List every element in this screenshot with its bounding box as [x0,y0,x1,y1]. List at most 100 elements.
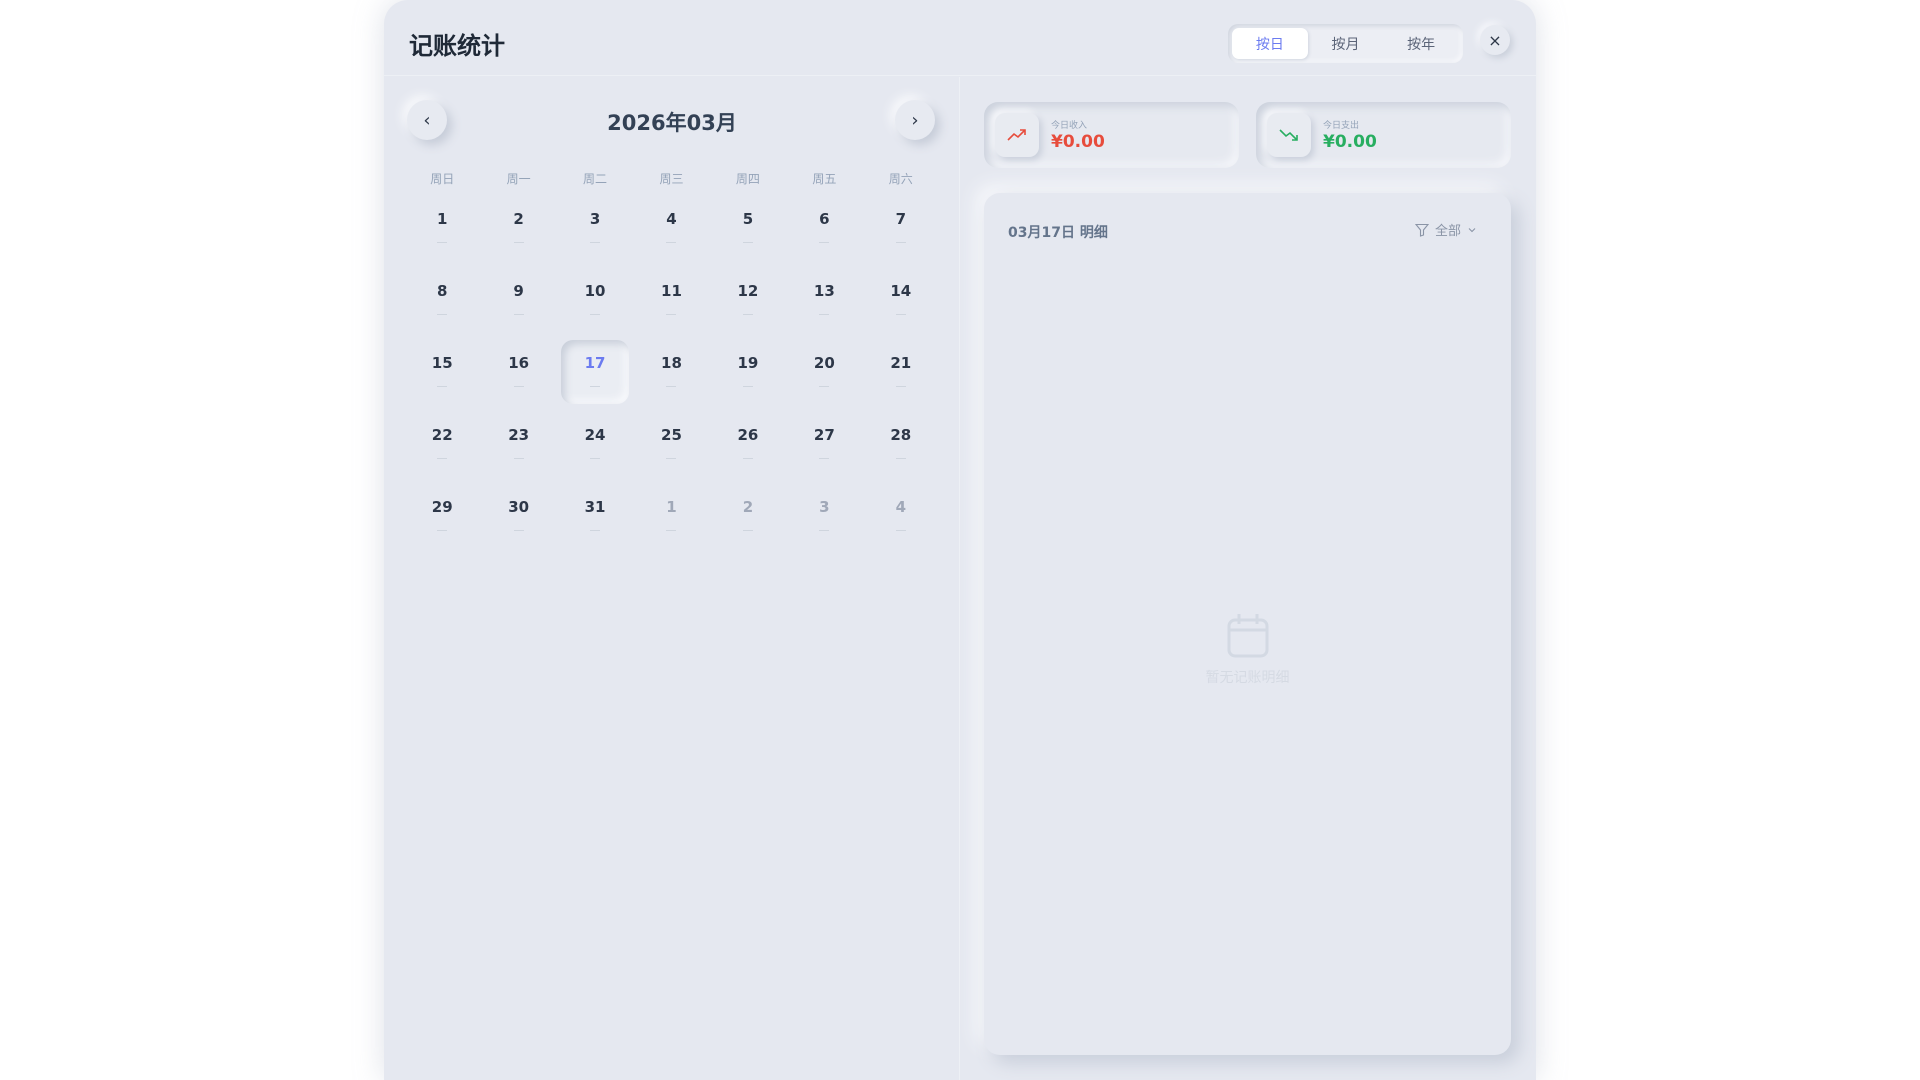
calendar-day[interactable]: 6 [786,192,862,264]
day-number: 9 [513,281,524,300]
calendar-day[interactable]: 11 [633,264,709,336]
day-amount-placeholder [742,385,753,387]
tab-by-year[interactable]: 按年 [1383,28,1459,59]
day-amount-placeholder [437,241,448,243]
calendar-day[interactable]: 4 [633,192,709,264]
filter-dropdown[interactable]: 全部 [1414,220,1477,239]
calendar-day[interactable]: 10 [557,264,633,336]
next-month-button[interactable]: › [895,100,935,140]
calendar-day[interactable]: 25 [633,408,709,480]
day-number: 24 [584,425,606,444]
calendar-day[interactable]: 19 [710,336,786,408]
day-number: 21 [890,353,912,372]
day-amount-placeholder [437,385,448,387]
day-number: 6 [819,209,830,228]
trending-down-icon [1267,113,1311,157]
day-amount-placeholder [895,529,906,531]
calendar-day[interactable]: 26 [710,408,786,480]
weekday-label: 周四 [735,172,760,186]
calendar-day[interactable]: 31 [557,480,633,552]
calendar-day[interactable]: 23 [480,408,556,480]
weekday-label: 周六 [888,172,913,186]
day-number: 25 [661,425,682,444]
income-card: 今日收入 ¥0.00 [984,102,1239,168]
day-number: 3 [819,497,830,516]
tab-by-month[interactable]: 按月 [1308,28,1384,59]
calendar-day[interactable]: 8 [404,264,480,336]
calendar-day[interactable]: 15 [404,336,480,408]
calendar-day[interactable]: 22 [404,408,480,480]
expense-card: 今日支出 ¥0.00 [1256,102,1511,168]
income-label: 今日收入 [1051,121,1088,131]
calendar-day[interactable]: 3 [786,480,862,552]
filter-value: 全部 [1434,224,1461,239]
day-number: 29 [431,497,453,516]
calendar-day[interactable]: 5 [710,192,786,264]
calendar-day[interactable]: 27 [786,408,862,480]
day-amount-placeholder [666,241,677,243]
day-amount-placeholder [513,385,524,387]
day-amount-placeholder [742,313,753,315]
calendar-day[interactable]: 16 [480,336,556,408]
calendar-day[interactable]: 30 [480,480,556,552]
day-amount-placeholder [666,457,677,459]
day-amount-placeholder [742,457,753,459]
day-number: 7 [895,209,906,228]
calendar-day[interactable]: 4 [863,480,939,552]
day-amount-placeholder [590,385,601,387]
day-number: 23 [508,425,530,444]
calendar-panel: 2026年03月 ‹ › 周日 周一 周二 周三 周四 周五 周六 1 2 3 4 5 6 7 8 9 10 11… [384,77,960,1080]
calendar-day[interactable]: 12 [710,264,786,336]
calendar-day[interactable]: 20 [786,336,862,408]
calendar-day[interactable]: 2 [480,192,556,264]
calendar-day[interactable]: 28 [863,408,939,480]
tab-by-day[interactable]: 按日 [1232,28,1308,59]
day-amount-placeholder [742,529,753,531]
calendar-day[interactable]: 17 [557,336,633,408]
day-number: 5 [742,209,754,228]
calendar-day[interactable]: 14 [863,264,939,336]
calendar-day[interactable]: 1 [633,480,709,552]
day-number: 17 [584,353,606,372]
day-number: 31 [584,497,606,516]
close-button[interactable]: × [1480,25,1510,55]
empty-text: 暂无记账明细 [1205,670,1290,686]
calendar-day[interactable]: 2 [710,480,786,552]
day-number: 8 [436,281,448,300]
calendar-day[interactable]: 1 [404,192,480,264]
calendar-day[interactable]: 29 [404,480,480,552]
day-number: 4 [895,497,906,516]
day-number: 22 [431,425,453,444]
detail-title: 03月17日 明细 [1008,225,1108,241]
day-number: 20 [813,353,835,372]
calendar-day[interactable]: 18 [633,336,709,408]
day-number: 18 [661,353,682,372]
calendar-day[interactable]: 13 [786,264,862,336]
prev-month-button[interactable]: ‹ [407,100,447,140]
day-amount-placeholder [819,313,830,315]
day-amount-placeholder [513,457,524,459]
calendar-day[interactable]: 7 [863,192,939,264]
day-number: 19 [737,353,759,372]
calendar-day[interactable]: 3 [557,192,633,264]
day-number: 30 [508,497,530,516]
day-amount-placeholder [819,385,830,387]
day-amount-placeholder [666,385,677,387]
calendar-day[interactable]: 24 [557,408,633,480]
day-amount-placeholder [437,457,448,459]
day-amount-placeholder [437,529,448,531]
day-amount-placeholder [819,457,830,459]
weekday-label: 周一 [506,172,531,186]
day-amount-placeholder [590,529,601,531]
calendar-day[interactable]: 21 [863,336,939,408]
calendar-day[interactable]: 9 [480,264,556,336]
day-amount-placeholder [819,529,830,531]
day-number: 27 [813,425,835,444]
day-number: 15 [431,353,453,372]
weekday-label: 周五 [812,172,837,186]
day-amount-placeholder [437,313,448,315]
day-number: 4 [666,209,677,228]
day-amount-placeholder [590,457,601,459]
weekday-label: 周三 [659,172,684,186]
chevron-left-icon: ‹ [423,109,431,131]
